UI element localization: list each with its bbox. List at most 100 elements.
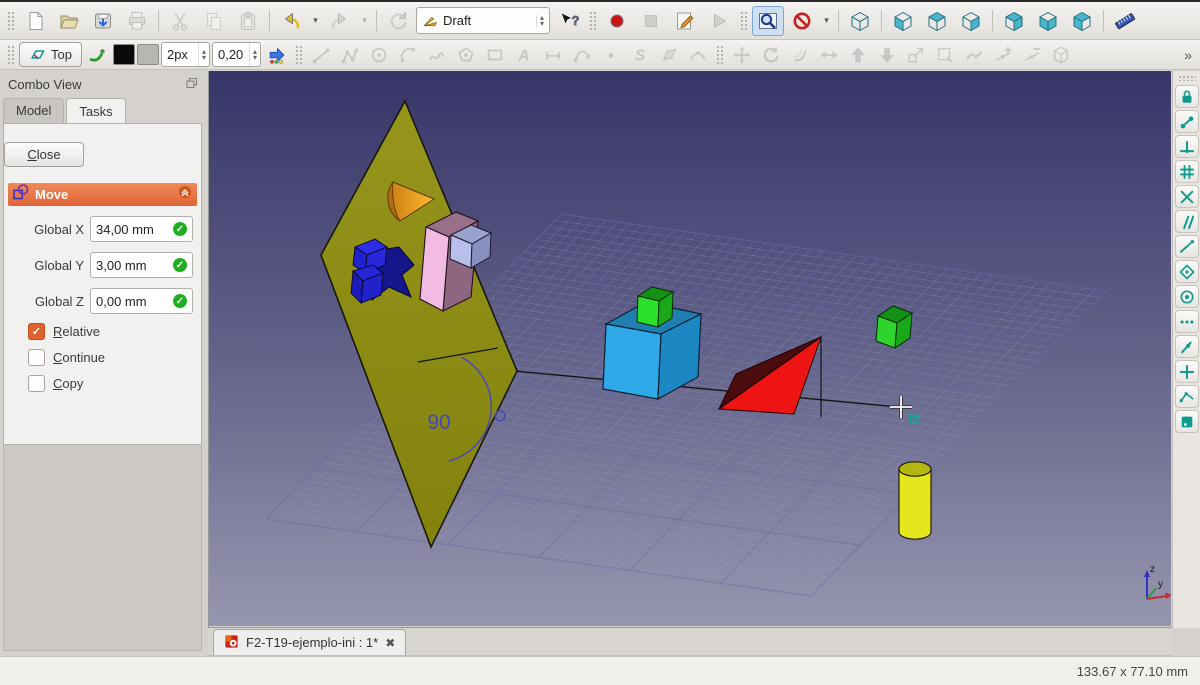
fit-all-button[interactable] bbox=[752, 5, 785, 36]
cut-button[interactable] bbox=[164, 6, 196, 36]
viewport-3d[interactable]: 90 z y x bbox=[208, 71, 1178, 628]
draft-subelement-button[interactable] bbox=[931, 42, 958, 67]
line-color-swatch[interactable] bbox=[112, 44, 135, 65]
global-x-input[interactable]: 34,00 mm ✓ bbox=[90, 216, 193, 242]
draft-add-point-button[interactable] bbox=[989, 42, 1016, 67]
snap-toolbar-grip[interactable] bbox=[1177, 75, 1196, 81]
macro-edit-button[interactable] bbox=[669, 6, 701, 36]
face-color-swatch[interactable] bbox=[136, 44, 159, 65]
draft-dimension-button[interactable] bbox=[539, 42, 566, 67]
redo-dropdown[interactable]: ▾ bbox=[358, 8, 371, 34]
view-right-button[interactable] bbox=[955, 6, 987, 36]
undo-dropdown[interactable]: ▾ bbox=[309, 8, 322, 34]
snap-parallel-button[interactable] bbox=[1174, 210, 1199, 233]
refresh-button[interactable] bbox=[382, 6, 414, 36]
copy-button[interactable] bbox=[198, 6, 230, 36]
construction-mode-button[interactable] bbox=[84, 42, 111, 67]
macro-play-button[interactable] bbox=[703, 6, 735, 36]
print-button[interactable] bbox=[121, 6, 153, 36]
copy-checkbox[interactable] bbox=[28, 375, 45, 392]
toolbar-grip[interactable] bbox=[7, 10, 14, 31]
line-width-spin-arrows[interactable]: ▴ ▾ bbox=[197, 43, 209, 66]
global-y-input[interactable]: 3,00 mm ✓ bbox=[90, 252, 193, 278]
snap-special-button[interactable] bbox=[1174, 335, 1199, 358]
snap-dimensions-button[interactable] bbox=[1174, 385, 1199, 408]
macro-record-button[interactable] bbox=[601, 6, 633, 36]
toolbar-grip[interactable] bbox=[7, 44, 14, 65]
line-width-spin[interactable]: 2px ▴ ▾ bbox=[160, 42, 210, 67]
whats-this-button[interactable]: ? bbox=[552, 6, 584, 36]
view-front-button[interactable] bbox=[887, 6, 919, 36]
snap-perpendicular-button[interactable] bbox=[1174, 135, 1199, 158]
draw-style-dropdown[interactable]: ▾ bbox=[820, 8, 833, 34]
draft-polygon-button[interactable] bbox=[452, 42, 479, 67]
draft-point-button[interactable] bbox=[597, 42, 624, 67]
snap-extension-button[interactable] bbox=[1174, 235, 1199, 258]
view-left-button[interactable] bbox=[1066, 6, 1098, 36]
snap-lock-button[interactable] bbox=[1174, 85, 1199, 108]
view-top-button[interactable] bbox=[921, 6, 953, 36]
float-panel-icon[interactable] bbox=[185, 76, 199, 93]
close-button[interactable]: Close bbox=[4, 142, 84, 167]
text-scale-spin-arrows[interactable]: ▴ ▾ bbox=[248, 43, 260, 66]
draft-text-button[interactable]: A bbox=[510, 42, 537, 67]
open-file-button[interactable] bbox=[53, 6, 85, 36]
continue-checkbox[interactable] bbox=[28, 349, 45, 366]
draw-style-button[interactable] bbox=[786, 6, 818, 36]
draft-bspline-button[interactable] bbox=[423, 42, 450, 67]
draft-rotate-button[interactable] bbox=[757, 42, 784, 67]
toolbar-overflow[interactable]: » bbox=[1180, 47, 1196, 63]
undo-button[interactable] bbox=[275, 6, 307, 36]
snap-grid-button[interactable] bbox=[1174, 160, 1199, 183]
draft-line-button[interactable] bbox=[307, 42, 334, 67]
toolbar-grip[interactable] bbox=[589, 10, 597, 31]
view-bottom-button[interactable] bbox=[1032, 6, 1064, 36]
paste-button[interactable] bbox=[232, 6, 264, 36]
draft-wire-to-bspline-button[interactable] bbox=[960, 42, 987, 67]
draft-bezcurve-button[interactable] bbox=[684, 42, 711, 67]
snap-angle-button[interactable] bbox=[1174, 260, 1199, 283]
draft-upgrade-button[interactable] bbox=[844, 42, 871, 67]
document-tab-close-icon[interactable]: ✖ bbox=[385, 636, 395, 650]
apply-style-button[interactable] bbox=[263, 42, 290, 67]
measure-button[interactable] bbox=[1109, 6, 1141, 36]
snap-working-plane-button[interactable] bbox=[1174, 410, 1199, 433]
toolbar-grip[interactable] bbox=[740, 10, 748, 31]
draft-offset-button[interactable] bbox=[786, 42, 813, 67]
draft-move-button[interactable] bbox=[728, 42, 755, 67]
snap-near-button[interactable] bbox=[1174, 360, 1199, 383]
view-axonometric-button[interactable] bbox=[844, 6, 876, 36]
workbench-selector[interactable]: Draft ▴ ▾ bbox=[416, 7, 551, 34]
tab-model[interactable]: Model bbox=[3, 98, 65, 123]
draft-shapestring-button[interactable]: S bbox=[626, 42, 653, 67]
draft-scale-button[interactable] bbox=[902, 42, 929, 67]
draft-shape2dview-button[interactable] bbox=[1047, 42, 1074, 67]
draft-facebinder-button[interactable] bbox=[655, 42, 682, 67]
global-z-input[interactable]: 0,00 mm ✓ bbox=[90, 288, 193, 314]
toolbar-grip[interactable] bbox=[716, 44, 723, 65]
snap-center-button[interactable] bbox=[1174, 285, 1199, 308]
macro-stop-button[interactable] bbox=[635, 6, 667, 36]
document-tab[interactable]: F2-T19-ejemplo-ini : 1* ✖ bbox=[213, 629, 407, 655]
draft-bezier-button[interactable] bbox=[568, 42, 595, 67]
collapse-icon[interactable] bbox=[177, 184, 193, 205]
view-rear-button[interactable] bbox=[998, 6, 1030, 36]
new-file-button[interactable] bbox=[19, 6, 51, 36]
draft-downgrade-button[interactable] bbox=[873, 42, 900, 67]
viewport-3d-scene[interactable]: 90 z y x bbox=[209, 71, 1178, 626]
snap-intersection-button[interactable] bbox=[1174, 185, 1199, 208]
move-task-header[interactable]: Move bbox=[8, 183, 197, 206]
draft-del-point-button[interactable] bbox=[1018, 42, 1045, 67]
save-button[interactable] bbox=[87, 6, 119, 36]
draft-wire-button[interactable] bbox=[336, 42, 363, 67]
text-scale-spin[interactable]: 0,20 ▴ ▾ bbox=[211, 42, 261, 67]
draft-rectangle-button[interactable] bbox=[481, 42, 508, 67]
object-green-cube-small[interactable] bbox=[636, 286, 675, 328]
working-plane-button[interactable]: Top bbox=[19, 42, 82, 67]
tab-tasks[interactable]: Tasks bbox=[66, 98, 126, 124]
redo-button[interactable] bbox=[324, 6, 356, 36]
snap-ortho-button[interactable] bbox=[1174, 310, 1199, 333]
draft-circle-button[interactable] bbox=[365, 42, 392, 67]
snap-endpoint-button[interactable] bbox=[1174, 110, 1199, 133]
relative-checkbox[interactable]: ✓ bbox=[28, 323, 45, 340]
